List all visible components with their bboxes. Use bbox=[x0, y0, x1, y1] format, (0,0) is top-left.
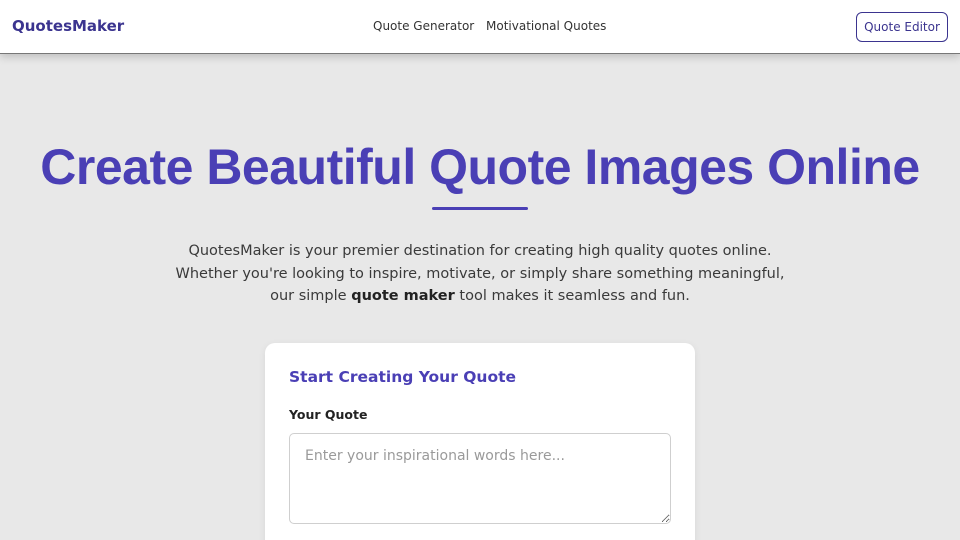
nav-link-quote-generator[interactable]: Quote Generator bbox=[373, 19, 474, 33]
quote-field-label: Your Quote bbox=[289, 407, 368, 422]
form-title: Start Creating Your Quote bbox=[289, 368, 517, 386]
page-title: Create Beautiful Quote Images Online bbox=[40, 139, 920, 195]
hero-description-text-end: tool makes it seamless and fun. bbox=[454, 288, 690, 304]
hero-description-keyword: quote maker bbox=[351, 288, 455, 304]
quote-form-card: Start Creating Your Quote Your Quote bbox=[265, 343, 695, 540]
hero-description: QuotesMaker is your premier destination … bbox=[170, 240, 790, 308]
quote-textarea[interactable] bbox=[289, 433, 671, 524]
title-underline bbox=[432, 207, 528, 210]
nav-link-motivational-quotes[interactable]: Motivational Quotes bbox=[486, 19, 606, 33]
brand-logo[interactable]: QuotesMaker bbox=[12, 17, 124, 35]
top-navbar: QuotesMaker Quote Generator Motivational… bbox=[0, 0, 960, 54]
quote-editor-button[interactable]: Quote Editor bbox=[856, 12, 948, 42]
